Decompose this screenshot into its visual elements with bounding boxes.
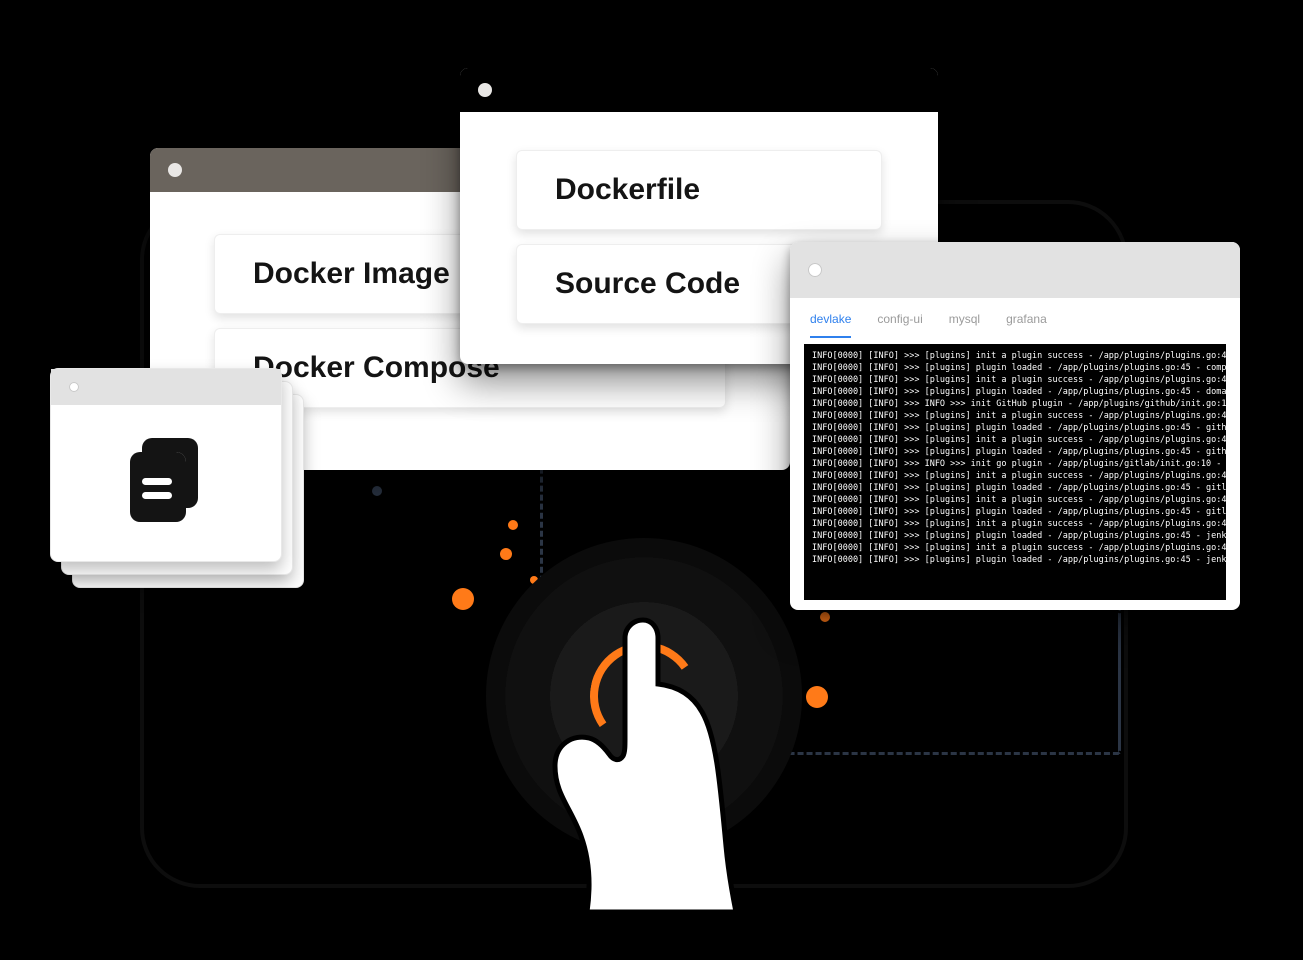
accent-dot xyxy=(372,486,382,496)
documents-stack xyxy=(50,368,304,588)
dashed-connector xyxy=(1118,610,1121,754)
accent-dot xyxy=(500,548,512,560)
tab-config-ui[interactable]: config-ui xyxy=(877,312,922,338)
illustration-stage: Docker Image Docker Compose Dockerfile S… xyxy=(0,0,1303,960)
document-icon xyxy=(51,405,281,555)
window-dot-icon xyxy=(168,163,182,177)
documents-stack-front xyxy=(50,368,282,562)
dashed-connector xyxy=(760,752,1120,755)
window-titlebar xyxy=(790,242,1240,298)
accent-dot xyxy=(820,612,830,622)
window-dot-icon xyxy=(69,382,79,392)
window-dot-icon xyxy=(808,263,822,277)
accent-dot xyxy=(452,588,474,610)
terminal-tabs: devlake config-ui mysql grafana xyxy=(790,298,1240,338)
hand-pointer-icon xyxy=(549,614,739,914)
tab-mysql[interactable]: mysql xyxy=(949,312,980,338)
terminal-output: INFO[0000] [INFO] >>> [plugins] init a p… xyxy=(804,344,1226,600)
touch-button[interactable] xyxy=(486,538,802,854)
accent-dot xyxy=(806,686,828,708)
window-dot-icon xyxy=(478,83,492,97)
window-titlebar xyxy=(460,68,938,112)
tab-grafana[interactable]: grafana xyxy=(1006,312,1047,338)
tab-devlake[interactable]: devlake xyxy=(810,312,851,338)
accent-dot xyxy=(508,520,518,530)
window-terminal: devlake config-ui mysql grafana INFO[000… xyxy=(790,242,1240,610)
card-dockerfile[interactable]: Dockerfile xyxy=(516,150,882,230)
